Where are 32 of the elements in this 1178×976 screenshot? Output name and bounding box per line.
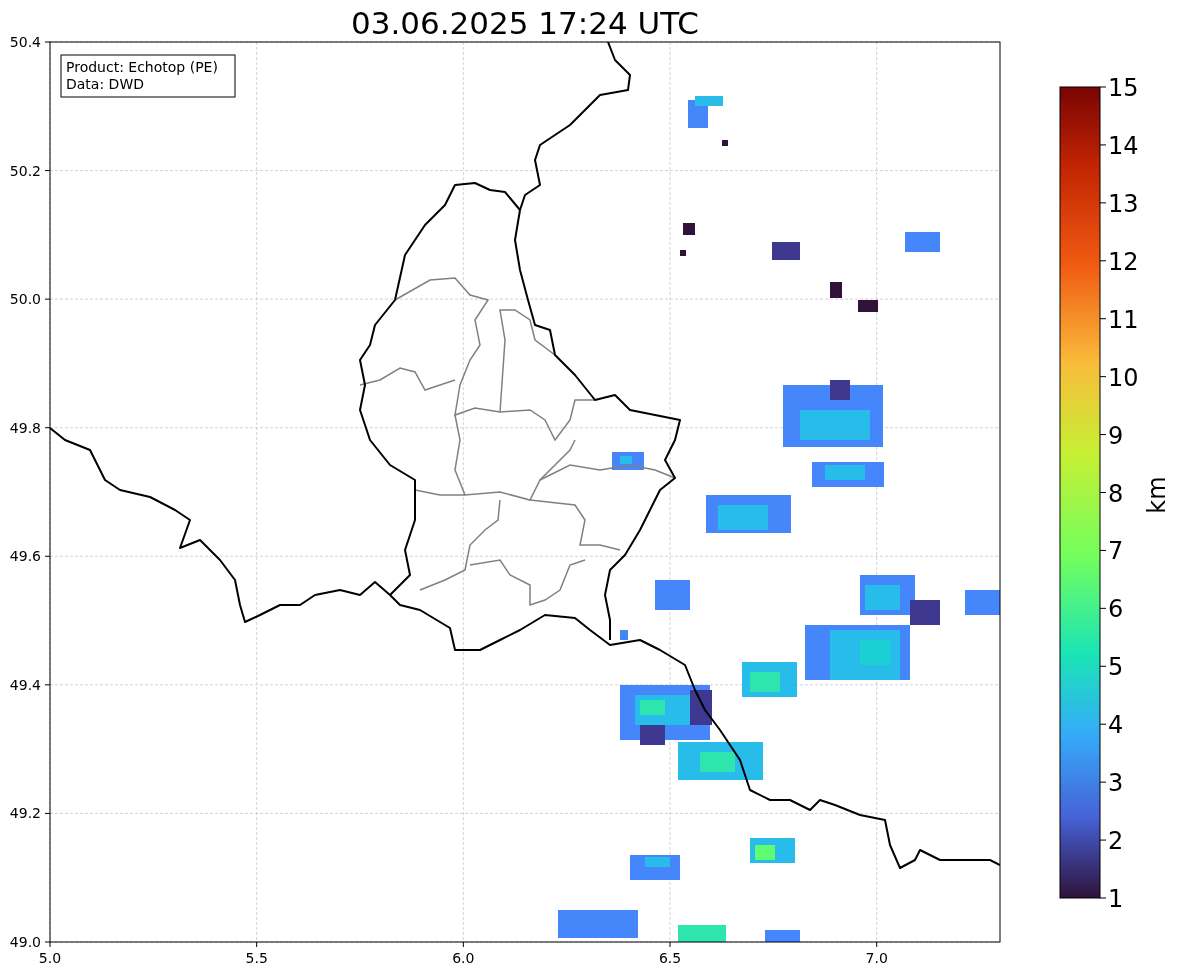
colorbar-tick-label: 15: [1108, 74, 1139, 102]
y-tick-label: 49.2: [9, 805, 41, 822]
y-tick-label: 49.6: [9, 548, 41, 565]
y-tick-label: 50.2: [9, 162, 41, 179]
x-tick-label: 5.5: [245, 950, 268, 966]
x-tick-label: 6.0: [452, 950, 475, 966]
y-tick-label: 49.0: [9, 934, 41, 950]
colorbar-tick-label: 8: [1108, 479, 1124, 508]
x-tick-label: 5.0: [38, 950, 62, 966]
colorbar-tick-label: 4: [1108, 711, 1124, 740]
colorbar-tick-label: 9: [1108, 421, 1124, 450]
info-text: Product: Echotop (PE): [66, 59, 218, 75]
x-tick-label: 7.0: [865, 950, 888, 966]
colorbar-tick-label: 13: [1108, 189, 1139, 218]
colorbar-tick-label: 2: [1108, 827, 1124, 856]
colorbar-tick-label: 5: [1108, 653, 1124, 682]
colorbar-tick-label: 10: [1108, 363, 1139, 392]
chart-title: 03.06.2025 17:24 UTC: [351, 5, 699, 41]
colorbar-tick-label: 7: [1108, 537, 1124, 566]
info-text: Data: DWD: [66, 76, 144, 92]
y-tick-label: 50.0: [9, 291, 41, 308]
colorbar-tick-label: 1: [1108, 885, 1124, 913]
colorbar-label: km: [1143, 476, 1171, 514]
x-tick-label: 6.5: [658, 950, 682, 966]
y-tick-label: 49.4: [9, 676, 41, 693]
colorbar-tick-label: 6: [1108, 595, 1124, 624]
colorbar-tick-label: 14: [1108, 131, 1139, 160]
colorbar-tick-label: 12: [1108, 247, 1139, 276]
colorbar-tick-label: 11: [1108, 305, 1139, 334]
y-tick-label: 50.4: [9, 34, 41, 50]
colorbar-tick-label: 3: [1108, 769, 1124, 798]
y-tick-label: 49.8: [9, 419, 41, 436]
